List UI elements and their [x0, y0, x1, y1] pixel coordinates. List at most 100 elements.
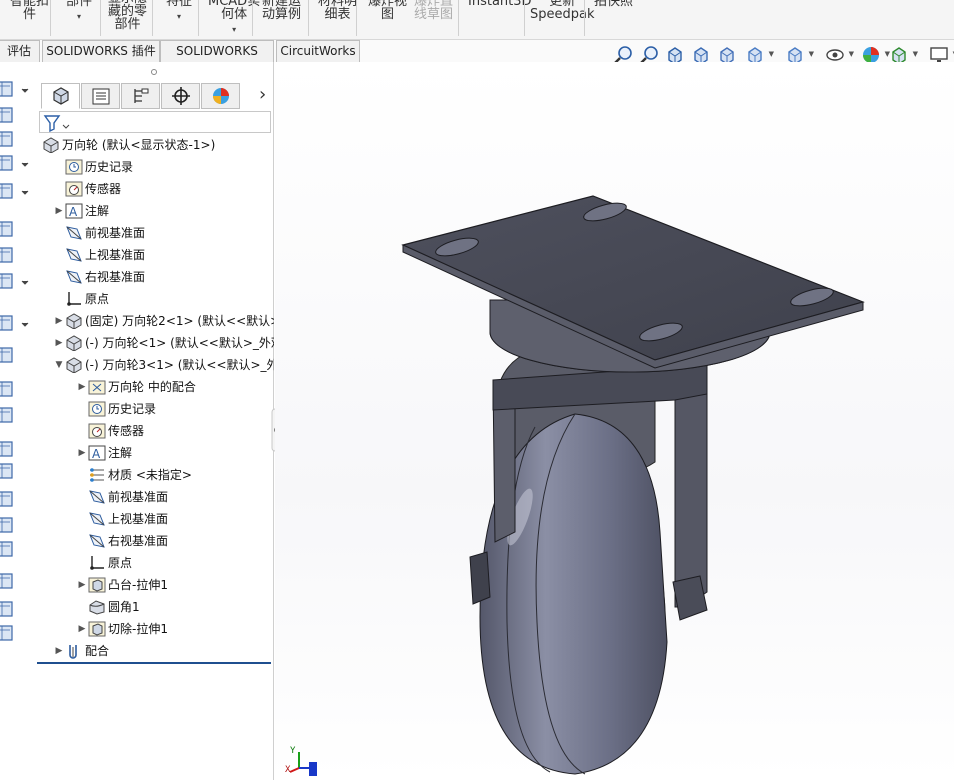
tree-item[interactable]: 前视基准面: [37, 486, 274, 508]
insert-component-icon[interactable]: [0, 78, 34, 102]
tree-item[interactable]: ▶ 凸台-拉伸1: [37, 574, 274, 596]
expand-arrow-icon[interactable]: ▶: [54, 310, 64, 332]
new-motion-study-icon[interactable]: [0, 312, 34, 336]
assembly-features-icon[interactable]: [0, 244, 34, 268]
expand-arrow-icon[interactable]: ▶: [77, 442, 87, 464]
filter-icon[interactable]: [42, 113, 70, 133]
chevron-down-icon[interactable]: ▾: [66, 10, 92, 23]
tree-item[interactable]: 原点: [37, 288, 274, 310]
expand-arrow-icon[interactable]: ▶: [77, 574, 87, 596]
tree-item[interactable]: ▶ (-) 万向轮<1> (默认<<默认>_外观: [37, 332, 274, 354]
interference-check-icon[interactable]: [0, 538, 34, 562]
tree-item[interactable]: 材质 <未指定>: [37, 464, 274, 486]
plane-icon: [88, 489, 106, 505]
ribbon-button-0[interactable]: 智能扣 件: [10, 0, 49, 21]
tree-item[interactable]: 上视基准面: [37, 508, 274, 530]
tree-item[interactable]: 右视基准面: [37, 530, 274, 552]
ribbon-separator: [308, 0, 309, 36]
tree-item-label: 原点: [85, 292, 110, 306]
ribbon-button-2[interactable]: 显示隐 藏的零 部件: [108, 0, 147, 31]
move-component-icon[interactable]: [0, 180, 34, 204]
ribbon-separator: [152, 0, 153, 36]
ribbon-button-9[interactable]: Instant3D: [468, 0, 532, 8]
origin-icon: [65, 291, 83, 307]
ribbon-button-6[interactable]: 材料明 细表: [318, 0, 357, 21]
tree-item[interactable]: 圆角1: [37, 596, 274, 618]
tree-item[interactable]: 历史记录: [37, 398, 274, 420]
expand-arrow-icon[interactable]: ▶: [54, 640, 64, 662]
hole-alignment-icon[interactable]: [0, 598, 34, 622]
ribbon-button-11[interactable]: 拍快照: [594, 0, 633, 8]
ribbon-button-3[interactable]: 特征 ▾: [166, 0, 192, 23]
tree-item[interactable]: 前视基准面: [37, 222, 274, 244]
ribbon-button-7[interactable]: 爆炸视 图: [368, 0, 407, 21]
show-hidden-icon[interactable]: [0, 218, 34, 242]
tree-item[interactable]: ▶ 万向轮 中的配合: [37, 376, 274, 398]
chevron-down-icon[interactable]: ▾: [166, 10, 192, 23]
ribbon-button-1[interactable]: 部件 ▾: [66, 0, 92, 23]
tree-item-label: 前视基准面: [108, 490, 169, 504]
ribbon-button-8[interactable]: 爆炸直 线草图: [414, 0, 453, 21]
tab-2[interactable]: SOLIDWORKS MBD: [160, 40, 274, 78]
panel-tabs-more-arrow[interactable]: ›: [259, 84, 266, 105]
subassembly-icon: [65, 357, 83, 374]
tree-item-label: 传感器: [108, 424, 145, 438]
exploded-view-icon[interactable]: [0, 378, 34, 402]
bom-icon[interactable]: [0, 344, 34, 368]
tree-filter[interactable]: [39, 111, 271, 133]
snapshot-icon[interactable]: [0, 488, 34, 512]
smart-fasteners-icon[interactable]: [0, 152, 34, 176]
display-manager-icon[interactable]: [201, 83, 240, 109]
reference-geometry-icon[interactable]: [0, 270, 34, 294]
tree-item[interactable]: 万向轮 (默认<显示状态-1>): [37, 134, 274, 156]
chevron-down-icon[interactable]: ▼: [809, 50, 814, 58]
dimxpert-icon[interactable]: [161, 83, 200, 109]
speedpak-icon[interactable]: [0, 460, 34, 484]
expand-arrow-icon[interactable]: ▶: [77, 376, 87, 398]
mate-icon[interactable]: [0, 104, 34, 128]
chevron-down-icon[interactable]: ▼: [849, 50, 854, 58]
tree-item[interactable]: ▶ A 注解: [37, 200, 274, 222]
tab-3[interactable]: CircuitWorks: [276, 40, 360, 62]
tree-item[interactable]: ▶ 切除-拉伸1: [37, 618, 274, 640]
tree-item-label: 切除-拉伸1: [108, 622, 168, 636]
reference-triad: Y X: [285, 746, 321, 778]
propertymanager-icon[interactable]: [81, 83, 120, 109]
large-assembly-icon[interactable]: [0, 514, 34, 538]
tree-item[interactable]: ▶ 配合: [37, 640, 274, 662]
fillet-icon: [88, 599, 106, 615]
graphics-area[interactable]: Y X: [275, 62, 954, 780]
expand-arrow-icon[interactable]: ▶: [77, 618, 87, 640]
tree-item[interactable]: 传感器: [37, 420, 274, 442]
chevron-down-icon[interactable]: ▼: [913, 50, 918, 58]
tree-item[interactable]: 原点: [37, 552, 274, 574]
clearance-icon[interactable]: [0, 570, 34, 594]
tree-item[interactable]: 历史记录: [37, 156, 274, 178]
measure-icon[interactable]: [0, 622, 34, 646]
tree-item-label: 历史记录: [108, 402, 157, 416]
tab-1[interactable]: SOLIDWORKS 插件: [42, 40, 160, 62]
ribbon-button-5[interactable]: 新建运 动算例: [262, 0, 301, 21]
tree-item[interactable]: 上视基准面: [37, 244, 274, 266]
expand-arrow-icon[interactable]: ▶: [54, 332, 64, 354]
tree-item-label: 传感器: [85, 182, 122, 196]
collapse-arrow-icon[interactable]: ▼: [54, 354, 64, 376]
ribbon-button-label: 爆炸视 图: [368, 0, 408, 22]
ribbon-button-label: 特征: [166, 0, 193, 9]
instant3d-icon[interactable]: [0, 438, 34, 462]
tree-item[interactable]: ▶ (固定) 万向轮2<1> (默认<<默认>: [37, 310, 274, 332]
tree-item[interactable]: 右视基准面: [37, 266, 274, 288]
panel-bottom-rule: [37, 662, 271, 664]
expand-arrow-icon[interactable]: ▶: [54, 200, 64, 222]
configurationmanager-icon[interactable]: [121, 83, 160, 109]
tree-item[interactable]: ▼ (-) 万向轮3<1> (默认<<默认>_外: [37, 354, 274, 376]
tree-item[interactable]: ▶ A 注解: [37, 442, 274, 464]
ribbon-separator: [524, 0, 525, 36]
explode-line-sketch-icon[interactable]: [0, 404, 34, 428]
chevron-down-icon[interactable]: ▼: [769, 50, 774, 58]
tree-item[interactable]: 传感器: [37, 178, 274, 200]
tree-item-label: 万向轮 (默认<显示状态-1>): [62, 138, 216, 152]
featuremanager-icon[interactable]: [41, 83, 80, 109]
tab-0[interactable]: 评估: [0, 40, 40, 62]
component-pattern-icon[interactable]: [0, 128, 34, 152]
